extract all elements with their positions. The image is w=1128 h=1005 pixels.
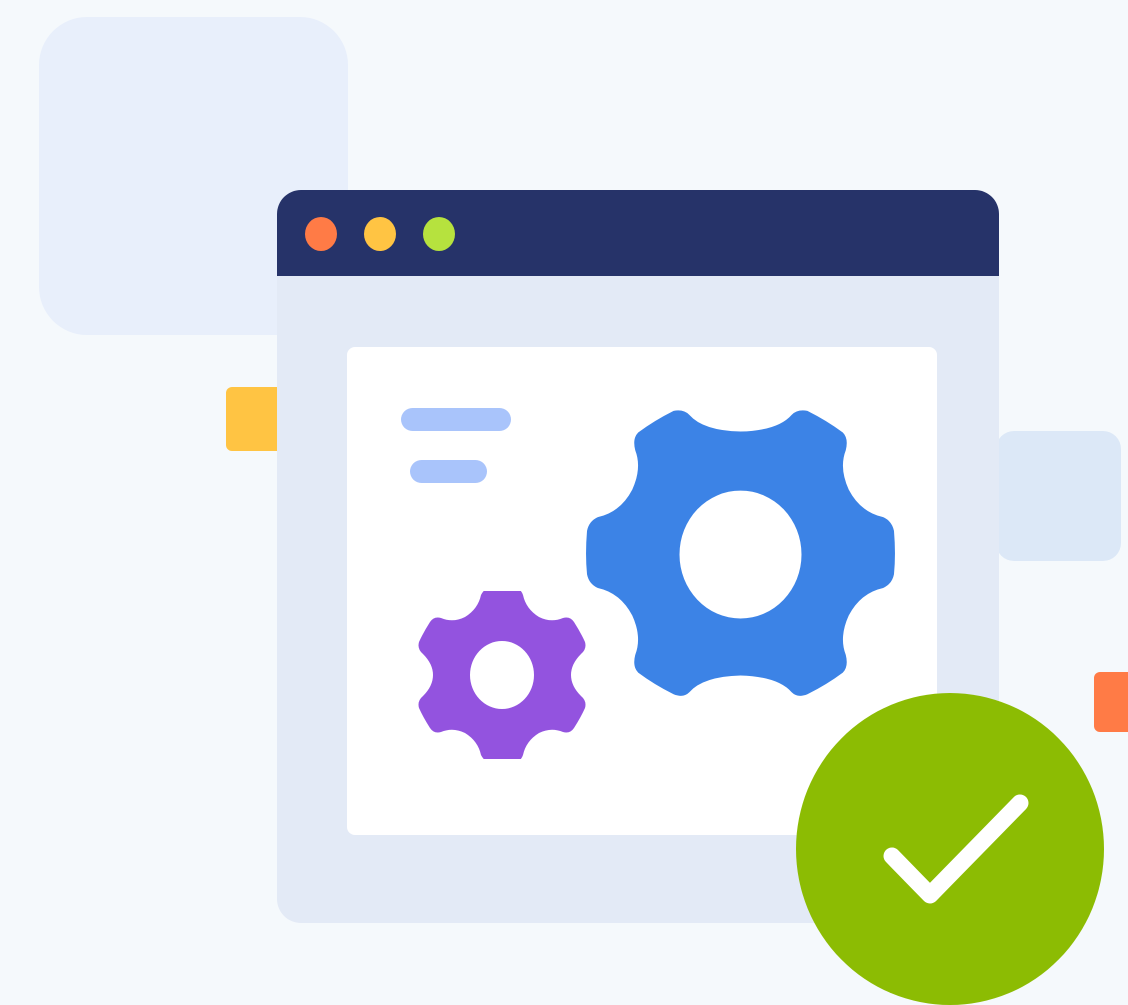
placeholder-text-line bbox=[410, 460, 487, 483]
small-gear-icon bbox=[418, 591, 586, 759]
decorative-square-right bbox=[996, 431, 1121, 561]
close-dot-icon bbox=[305, 217, 337, 251]
checkmark-icon bbox=[883, 794, 1029, 904]
minimize-dot-icon bbox=[364, 217, 396, 251]
maximize-dot-icon bbox=[423, 217, 455, 251]
settings-illustration bbox=[0, 0, 1128, 1005]
large-gear-icon bbox=[586, 410, 895, 696]
placeholder-text-line bbox=[401, 408, 511, 431]
success-badge bbox=[796, 693, 1104, 1005]
window-titlebar bbox=[277, 190, 999, 276]
